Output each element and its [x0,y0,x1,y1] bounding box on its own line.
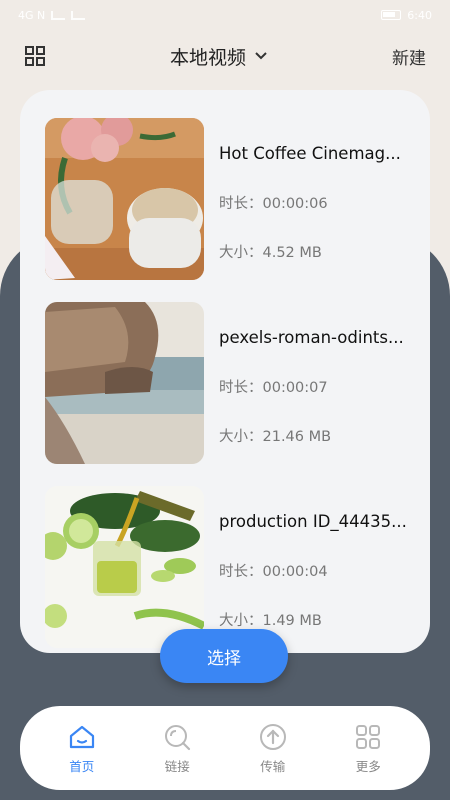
network-label: 4G N [18,8,46,22]
video-item[interactable]: Hot Coffee Cinemag... 时长：00:00:06 大小：4.5… [20,118,430,302]
video-name: production ID_44435... [219,512,407,531]
bottom-tab-bar: 首页 链接 传输 更多 [20,706,430,790]
upload-icon [259,723,286,750]
video-thumbnail-juice [45,486,204,648]
tab-home[interactable]: 首页 [47,722,117,775]
tab-label: 链接 [164,758,190,774]
video-thumbnail-coffee [45,118,204,280]
tab-link[interactable]: 链接 [142,722,212,775]
status-time: 6:40 [407,8,432,22]
more-grid-icon [356,724,381,749]
video-name: pexels-roman-odints... [219,328,404,347]
video-card: Hot Coffee Cinemag... 时长：00:00:06 大小：4.5… [20,90,430,653]
tab-label: 传输 [260,758,286,774]
video-size: 大小：4.52 MB [219,245,322,261]
video-duration: 时长：00:00:06 [219,196,328,212]
new-button[interactable]: 新建 [392,44,426,69]
status-bar: 4G N 6:40 [0,0,450,30]
video-duration: 时长：00:00:04 [219,564,328,580]
tab-transfer[interactable]: 传输 [238,722,308,775]
battery-icon [381,10,402,20]
video-name: Hot Coffee Cinemag... [219,144,401,163]
video-duration: 时长：00:00:07 [219,380,328,396]
chevron-down-icon [255,52,267,60]
select-button[interactable]: 选择 [160,629,288,683]
search-link-icon [165,724,191,750]
title-dropdown[interactable]: 本地视频 [170,43,268,70]
tab-label: 首页 [69,758,95,774]
page-title: 本地视频 [169,46,246,69]
video-size: 大小：1.49 MB [219,613,322,629]
video-list: Hot Coffee Cinemag... 时长：00:00:06 大小：4.5… [20,118,430,653]
video-thumbnail-beach [45,302,204,464]
status-right: 6:40 [381,9,432,22]
signal-icon [51,10,66,20]
video-item[interactable]: pexels-roman-odints... 时长：00:00:07 大小：21… [20,302,430,486]
video-item[interactable]: production ID_44435... 时长：00:00:04 大小：1.… [20,486,430,653]
home-icon [69,725,94,748]
video-size: 大小：21.46 MB [219,429,332,445]
grid-icon[interactable] [24,45,46,67]
header: 本地视频 新建 [0,38,450,74]
status-left: 4G N [18,8,86,22]
tab-label: 更多 [355,758,381,774]
tab-more[interactable]: 更多 [333,722,403,775]
signal-icon-2 [71,10,86,20]
